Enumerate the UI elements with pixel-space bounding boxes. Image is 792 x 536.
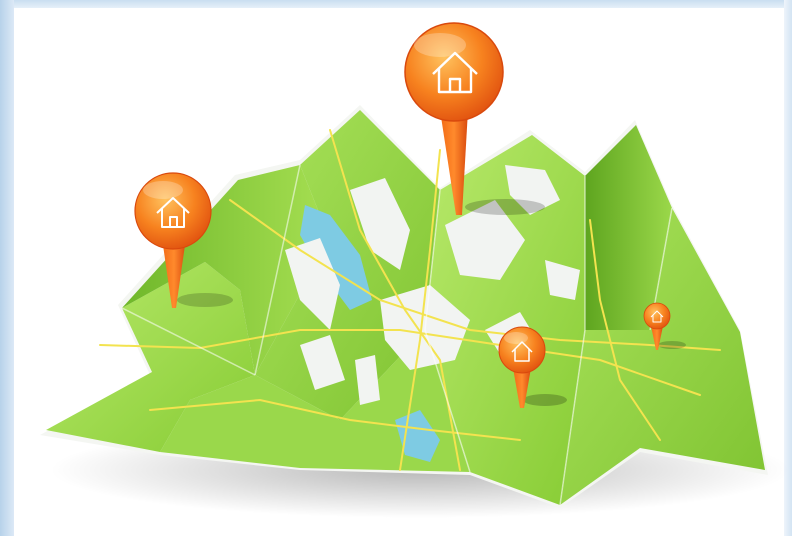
map-illustration: [0, 0, 792, 536]
folded-map-svg: [40, 22, 790, 518]
